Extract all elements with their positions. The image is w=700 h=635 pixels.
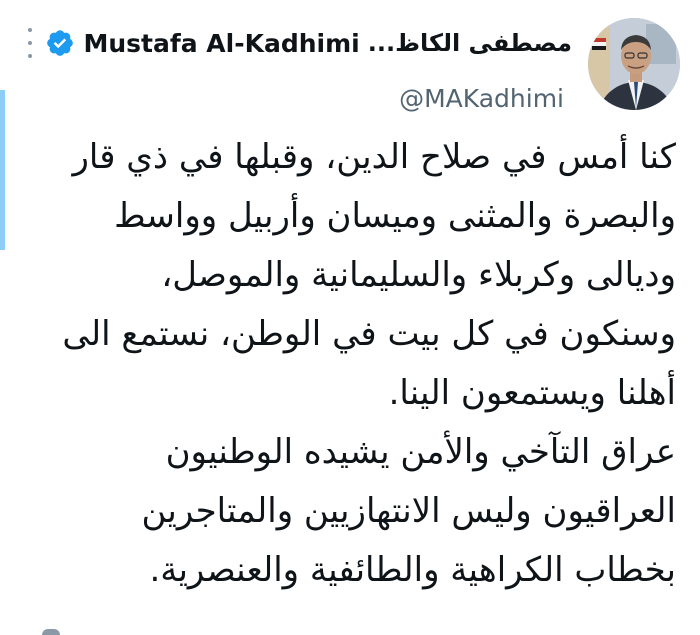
tweet-text-line: وديالى وكربلاء والسليمانية والموصل، (161, 255, 676, 295)
verified-badge-icon (47, 30, 74, 56)
more-dot (28, 28, 32, 32)
author-name-row[interactable]: Mustafa Al-Kadhimi مصطفى الكاظ... (45, 28, 572, 58)
tweet-text-line: العراقيون وليس الانتهازيين والمتاجرين (141, 491, 676, 531)
avatar-photo (588, 18, 680, 110)
tweet-text-line: كنا أمس في صلاح الدين، وقبلها في ذي قار (72, 137, 676, 177)
tweet-text-line: عراق التآخي والأمن يشيده الوطنيون (165, 432, 676, 472)
tweet-text-line: وسنكون في كل بيت في الوطن، نستمع الى (62, 314, 676, 354)
more-dot (28, 41, 32, 45)
tweet-header: Mustafa Al-Kadhimi مصطفى الكاظ... @MAKad… (0, 14, 700, 124)
more-dot (28, 54, 32, 58)
author-arabic-name[interactable]: مصطفى الكاظ... (368, 29, 572, 57)
avatar[interactable] (588, 18, 680, 110)
tweet-text: كنا أمس في صلاح الدين، وقبلها في ذي قار … (28, 128, 676, 600)
cutoff-icon-fragment (42, 629, 60, 635)
author-handle[interactable]: @MAKadhimi (399, 84, 564, 113)
more-options-button[interactable] (18, 28, 42, 58)
tweet-text-line: بخطاب الكراهية والطائفية والعنصرية. (149, 550, 676, 590)
author-display-name[interactable]: Mustafa Al-Kadhimi (83, 29, 359, 58)
tweet-text-line: والبصرة والمثنى وميسان وأربيل وواسط (114, 196, 676, 236)
tweet-text-line: أهلنا ويستمعون الينا. (388, 373, 676, 413)
